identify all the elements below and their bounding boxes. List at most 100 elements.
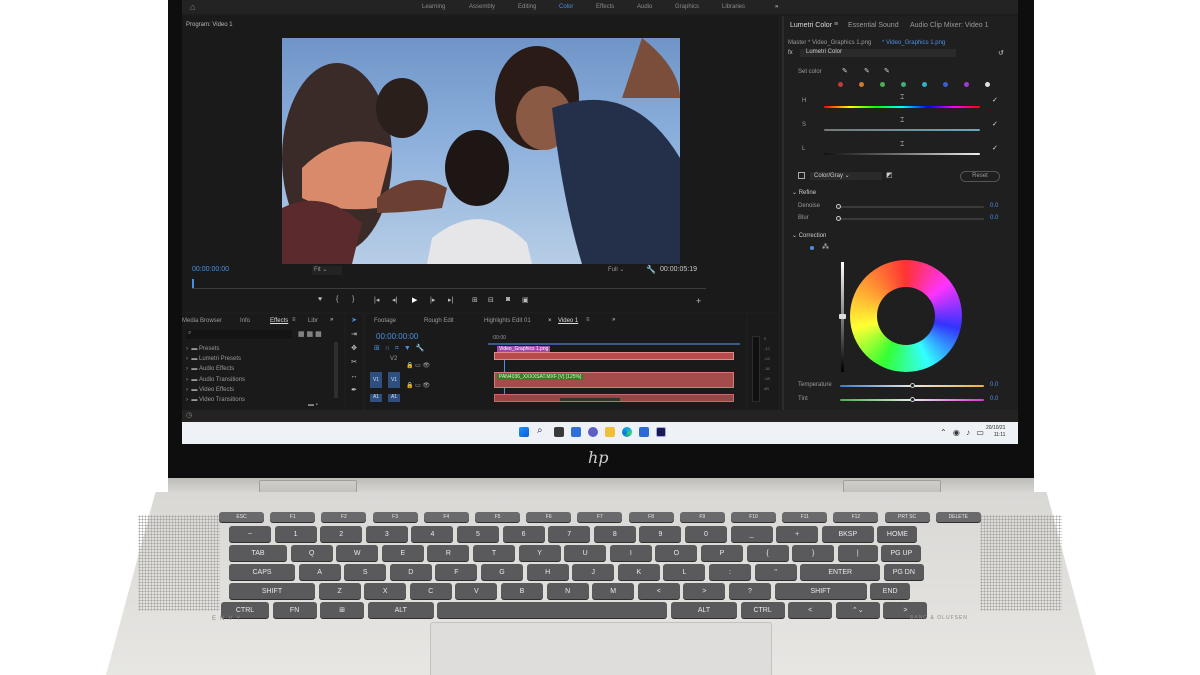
- swatch-cyan[interactable]: [922, 82, 927, 87]
- key-tab[interactable]: TAB: [229, 545, 287, 561]
- workspace-libraries[interactable]: Libraries: [722, 4, 745, 10]
- luminance-vertical-handle[interactable]: [839, 314, 846, 319]
- master-clip-label[interactable]: Master * Video_Graphics 1.png: [788, 40, 871, 46]
- effects-item-audio-transitions[interactable]: › ▬ Audio Transitions: [186, 375, 245, 385]
- key-w[interactable]: W: [336, 545, 379, 561]
- file-explorer-icon[interactable]: [605, 427, 615, 437]
- key--[interactable]: ~: [229, 526, 271, 542]
- key-prt-sc[interactable]: PRT SC: [884, 512, 930, 522]
- hue-handle[interactable]: ⌶: [900, 94, 904, 102]
- razor-tool-icon[interactable]: ✂: [346, 356, 362, 370]
- denoise-value[interactable]: 0.0: [990, 203, 998, 209]
- system-tray-icons[interactable]: ⌃ ◉ ♪ ▭: [940, 428, 986, 437]
- key-home[interactable]: HOME: [877, 526, 918, 542]
- refine-section-header[interactable]: ⌄ Refine: [792, 189, 816, 196]
- workspace-audio[interactable]: Audio: [637, 4, 652, 10]
- source-a1-patch[interactable]: A1: [370, 394, 382, 402]
- key-x[interactable]: X: [364, 583, 407, 599]
- swatch-orange[interactable]: [859, 82, 864, 87]
- workspace-graphics[interactable]: Graphics: [675, 4, 699, 10]
- blur-value[interactable]: 0.0: [990, 215, 998, 221]
- timeline-horizontal-scrollbar[interactable]: [560, 398, 620, 401]
- key--[interactable]: ⌃⌄: [835, 602, 880, 618]
- tab-media-browser[interactable]: Media Browser: [182, 318, 222, 324]
- button-editor-icon[interactable]: +: [696, 296, 701, 306]
- swatch-purple[interactable]: [964, 82, 969, 87]
- tab-highlights-edit[interactable]: Highlights Edit 01: [484, 318, 531, 324]
- key-r[interactable]: R: [427, 545, 470, 561]
- key-shift[interactable]: SHIFT: [774, 583, 867, 599]
- key-5[interactable]: 5: [457, 526, 499, 542]
- luminance-handle[interactable]: ⌶: [900, 141, 904, 149]
- export-frame-icon[interactable]: ◙: [506, 296, 510, 303]
- go-to-in-icon[interactable]: |◂: [374, 296, 379, 304]
- clip-label[interactable]: * Video_Graphics 1.png: [882, 40, 945, 46]
- key-alt[interactable]: ALT: [367, 602, 434, 618]
- search-taskbar-icon[interactable]: ⌕: [537, 425, 543, 436]
- playhead-timecode[interactable]: 00:00:00:00: [192, 266, 229, 273]
- key-4[interactable]: 4: [411, 526, 454, 542]
- key-n[interactable]: N: [546, 583, 589, 599]
- swatch-teal[interactable]: [901, 82, 906, 87]
- effects-search-input[interactable]: ⌕: [186, 330, 292, 339]
- accelerated-effects-icon[interactable]: ▦ ▦ ▦: [298, 330, 322, 338]
- key--[interactable]: |: [837, 545, 878, 561]
- tab-info[interactable]: Info: [240, 318, 250, 324]
- effects-item-video-effects[interactable]: › ▬ Video Effects: [186, 385, 245, 395]
- clip-v1[interactable]: PAN4036_XXXXSAT.MXF [V] [125%]: [494, 372, 734, 388]
- tint-value[interactable]: 0.0: [990, 396, 998, 402]
- key-u[interactable]: U: [564, 545, 607, 561]
- premiere-pro-taskbar-icon[interactable]: [656, 427, 666, 437]
- pen-tool-icon[interactable]: ✒: [346, 384, 362, 398]
- key--[interactable]: ⊞: [320, 602, 365, 618]
- key-c[interactable]: C: [409, 583, 452, 599]
- swatch-white[interactable]: [985, 82, 990, 87]
- key-6[interactable]: 6: [502, 526, 545, 542]
- key--[interactable]: :: [709, 564, 751, 580]
- close-sequence-icon[interactable]: ×: [548, 318, 552, 324]
- key-s[interactable]: S: [344, 564, 387, 580]
- key-f12[interactable]: F12: [833, 512, 879, 522]
- effects-item-video-transitions[interactable]: › ▬ Video Transitions: [186, 395, 245, 405]
- scrub-bar[interactable]: [192, 279, 706, 289]
- source-v1-patch[interactable]: V1: [370, 372, 382, 388]
- effects-panel-menu-icon[interactable]: ≡: [292, 317, 296, 323]
- key-i[interactable]: I: [609, 545, 652, 561]
- key-z[interactable]: Z: [318, 583, 361, 599]
- edge-icon[interactable]: [622, 427, 632, 437]
- key-f7[interactable]: F7: [577, 512, 623, 522]
- saturation-check-icon[interactable]: ✓: [992, 120, 998, 128]
- eyedropper-minus-icon[interactable]: ✎: [884, 67, 890, 75]
- luminance-slider[interactable]: [824, 153, 980, 155]
- zoom-fit-select[interactable]: Fit ⌄: [312, 266, 342, 275]
- key-caps[interactable]: CAPS: [229, 564, 295, 580]
- play-icon[interactable]: ▶: [412, 296, 417, 304]
- key-b[interactable]: B: [501, 583, 543, 599]
- step-forward-icon[interactable]: |▸: [430, 296, 435, 304]
- effects-item-presets[interactable]: › ▬ Presets: [186, 344, 245, 354]
- key-alt[interactable]: ALT: [671, 602, 737, 618]
- mark-in-icon[interactable]: {: [336, 296, 338, 303]
- timeline-ruler[interactable]: [488, 343, 740, 345]
- tab-footage[interactable]: Footage: [374, 318, 396, 324]
- start-icon[interactable]: [519, 427, 529, 437]
- key-f8[interactable]: F8: [628, 512, 674, 522]
- key-2[interactable]: 2: [320, 526, 363, 542]
- key--[interactable]: _: [730, 526, 773, 542]
- wrench-icon[interactable]: 🔧: [646, 265, 656, 274]
- touchpad[interactable]: [430, 622, 772, 675]
- store-icon[interactable]: [639, 427, 649, 437]
- luminance-check-icon[interactable]: ✓: [992, 144, 998, 152]
- saturation-handle[interactable]: ⌶: [900, 117, 904, 125]
- key-h[interactable]: H: [526, 564, 569, 580]
- effect-select[interactable]: Lumetri Color: [800, 49, 956, 57]
- panel-menu-icon[interactable]: ≡: [834, 21, 838, 28]
- effects-scrollbar[interactable]: [334, 342, 338, 398]
- reset-effect-icon[interactable]: ↺: [998, 49, 1004, 57]
- key-pg-dn[interactable]: PG DN: [883, 564, 924, 580]
- color-gray-select[interactable]: Color/Gray ⌄: [810, 172, 882, 180]
- key-end[interactable]: END: [870, 583, 911, 599]
- key-f5[interactable]: F5: [475, 512, 520, 522]
- workspace-effects[interactable]: Effects: [596, 4, 614, 10]
- key-f10[interactable]: F10: [731, 512, 776, 522]
